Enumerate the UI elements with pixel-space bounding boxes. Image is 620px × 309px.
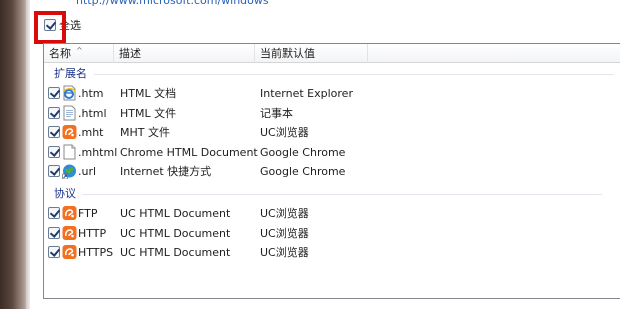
row-description: Internet 快捷方式 — [120, 165, 212, 178]
row-checkbox[interactable] — [48, 106, 60, 119]
row-checkbox[interactable] — [48, 165, 60, 177]
column-header-description[interactable]: 描述 — [114, 44, 255, 63]
row-name: .mhtml — [78, 145, 118, 159]
list-item[interactable]: HTTPS UC HTML Document UC浏览器 — [44, 243, 620, 262]
list-item[interactable]: HTTP UC HTML Document UC浏览器 — [44, 224, 620, 243]
column-header-bar: 名称 ^ 描述 当前默认值 — [44, 44, 620, 63]
row-current-default: UC浏览器 — [260, 246, 309, 259]
row-name: .mht — [78, 126, 104, 139]
top-link[interactable]: http://www.microsoft.com/windows — [76, 0, 269, 8]
column-header-current-default-label: 当前默认值 — [260, 47, 315, 60]
row-description: MHT 文件 — [120, 126, 170, 139]
row-name: .htm — [78, 87, 104, 100]
group-divider — [82, 194, 602, 195]
row-checkbox[interactable] — [48, 226, 60, 239]
row-name: FTP — [78, 207, 98, 220]
sort-ascending-icon: ^ — [76, 46, 83, 55]
row-name: HTTPS — [78, 246, 114, 259]
column-header-current-default[interactable]: 当前默认值 — [255, 44, 368, 63]
column-header-name[interactable]: 名称 ^ — [44, 44, 114, 63]
row-checkbox[interactable] — [48, 246, 60, 258]
ie-document-icon — [62, 85, 77, 101]
uc-browser-icon — [62, 205, 77, 221]
list-item[interactable]: .mhtml Chrome HTML Document Google Chrome — [44, 143, 620, 162]
row-checkbox[interactable] — [48, 126, 60, 138]
list-item[interactable]: .url Internet 快捷方式 Google Chrome — [44, 162, 620, 181]
uc-browser-icon — [62, 225, 77, 241]
column-header-name-label: 名称 — [49, 47, 71, 60]
row-description: Chrome HTML Document — [120, 145, 258, 159]
row-checkbox[interactable] — [48, 87, 60, 99]
row-description: UC HTML Document — [120, 207, 231, 220]
row-description: UC HTML Document — [120, 226, 231, 240]
globe-shortcut-icon — [62, 163, 77, 180]
group-header: 协议 — [54, 187, 76, 200]
notepad-document-icon — [62, 105, 77, 121]
row-checkbox[interactable] — [48, 207, 60, 219]
blank-document-icon — [62, 144, 77, 160]
row-current-default: 记事本 — [260, 106, 293, 120]
list-item[interactable]: .mht MHT 文件 UC浏览器 — [44, 123, 620, 142]
list-item[interactable]: FTP UC HTML Document UC浏览器 — [44, 204, 620, 223]
row-description: UC HTML Document — [120, 246, 231, 259]
group-divider — [94, 74, 614, 75]
row-current-default: UC浏览器 — [260, 226, 309, 240]
row-current-default: Internet Explorer — [260, 87, 353, 100]
row-name: HTTP — [78, 226, 107, 240]
list-item[interactable]: .html HTML 文件 记事本 — [44, 104, 620, 123]
row-checkbox[interactable] — [48, 145, 60, 158]
row-current-default: UC浏览器 — [260, 207, 309, 220]
file-association-list: 名称 ^ 描述 当前默认值 扩展名 .htm HTML 文档 Internet Exp… — [43, 43, 620, 299]
row-current-default: Google Chrome — [260, 145, 346, 159]
background-desktop-strip — [0, 0, 30, 309]
row-name: .url — [78, 165, 97, 178]
uc-browser-icon — [62, 124, 77, 140]
row-description: HTML 文件 — [120, 106, 177, 120]
uc-browser-icon — [62, 244, 77, 260]
row-description: HTML 文档 — [120, 87, 177, 100]
group-header: 扩展名 — [54, 67, 87, 80]
highlight-annotation-box — [34, 11, 66, 44]
row-name: .html — [78, 106, 107, 120]
column-header-description-label: 描述 — [119, 47, 141, 60]
row-current-default: Google Chrome — [260, 165, 346, 178]
row-current-default: UC浏览器 — [260, 126, 309, 139]
list-item[interactable]: .htm HTML 文档 Internet Explorer — [44, 84, 620, 103]
